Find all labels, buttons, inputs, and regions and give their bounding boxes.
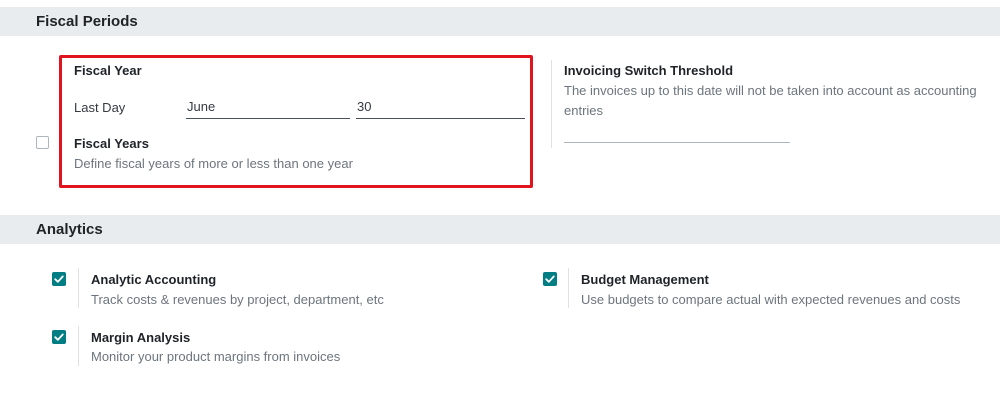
margin-analysis-title: Margin Analysis [91,330,191,345]
last-day-label: Last Day [74,100,126,115]
margin-analysis-checkbox[interactable] [52,330,66,344]
invoicing-switch-threshold-description-2: entries [564,103,604,118]
last-day-month-select[interactable]: June [186,97,350,119]
fiscal-years-checkbox[interactable] [36,136,49,149]
setting-divider [78,326,79,366]
setting-divider [568,268,569,308]
analytics-header: Analytics [0,215,1000,244]
fiscal-periods-header: Fiscal Periods [0,7,1000,36]
invoicing-switch-threshold-title: Invoicing Switch Threshold [564,63,734,78]
check-icon [54,333,64,341]
budget-management-checkbox[interactable] [543,272,557,286]
budget-management-description: Use budgets to compare actual with expec… [581,292,961,307]
last-day-day-input[interactable]: 30 [356,97,525,119]
check-icon [545,275,555,283]
setting-divider [551,60,552,148]
invoicing-switch-threshold-description: The invoices up to this date will not be… [564,83,977,98]
settings-page: Fiscal Periods Fiscal Year Last Day June… [0,0,1000,400]
invoicing-switch-threshold-date-input[interactable] [564,142,790,143]
analytic-accounting-checkbox[interactable] [52,272,66,286]
fiscal-year-title: Fiscal Year [74,63,142,78]
margin-analysis-description: Monitor your product margins from invoic… [91,349,341,364]
check-icon [54,275,64,283]
analytic-accounting-title: Analytic Accounting [91,272,217,287]
budget-management-title: Budget Management [581,272,709,287]
fiscal-years-title: Fiscal Years [74,136,149,151]
analytic-accounting-description: Track costs & revenues by project, depar… [91,292,384,307]
setting-divider [78,268,79,308]
fiscal-years-description: Define fiscal years of more or less than… [74,156,353,171]
